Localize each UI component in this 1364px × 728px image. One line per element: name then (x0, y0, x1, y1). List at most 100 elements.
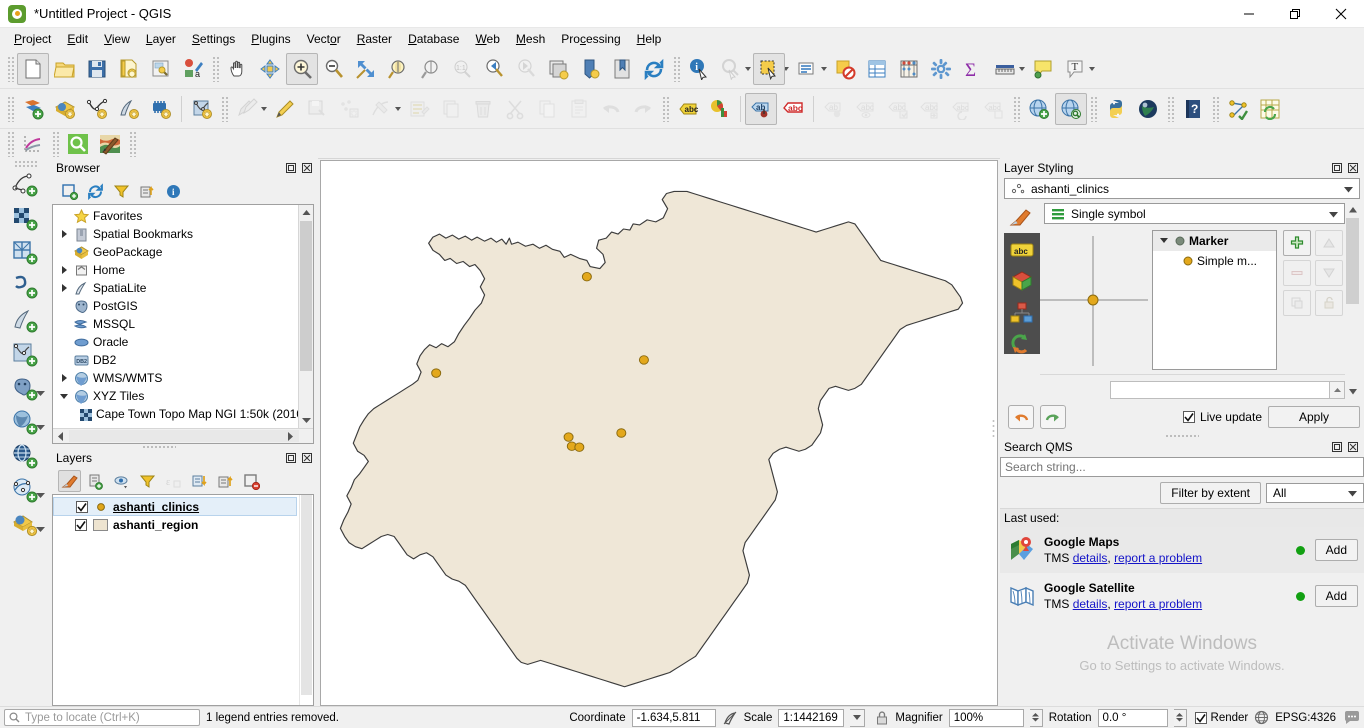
menu-layer[interactable]: Layer (138, 30, 184, 48)
qms-details-link[interactable]: details (1073, 597, 1108, 611)
rail-add-postgis-layer-icon[interactable] (6, 372, 46, 406)
toolbar-grip[interactable] (128, 130, 137, 157)
magnifier-spinner[interactable] (1029, 708, 1043, 727)
toolbar-grip[interactable] (672, 55, 681, 82)
scroll-left-icon[interactable] (53, 429, 68, 443)
browser-item-oracle[interactable]: Oracle (53, 333, 297, 351)
layer-visibility-checkbox[interactable] (75, 519, 87, 531)
copy-features-icon[interactable] (435, 93, 467, 125)
symbol-size-input[interactable] (1110, 381, 1330, 399)
crs-icon[interactable] (1254, 710, 1269, 725)
layer-item-ashanti_region[interactable]: ashanti_region (53, 516, 313, 534)
move-label-icon[interactable]: ab (745, 92, 777, 125)
duplicate-symbol-layer-button[interactable] (1283, 290, 1311, 316)
qms-report-link[interactable]: report a problem (1114, 551, 1202, 565)
style-manager-icon[interactable]: a (177, 53, 209, 85)
scroll-up-icon[interactable] (299, 205, 313, 220)
select-features-icon[interactable] (753, 52, 785, 85)
paste-icon[interactable] (563, 93, 595, 125)
redo-icon[interactable] (627, 93, 659, 125)
crs-label[interactable]: EPSG:4326 (1275, 712, 1336, 724)
chevron-down-icon[interactable] (1348, 486, 1361, 500)
collapse-all-icon[interactable] (214, 470, 237, 492)
plugin-manager-icon[interactable] (1132, 93, 1164, 125)
browser-item-spatialite[interactable]: SpatiaLite (53, 279, 297, 297)
toggle-extents-icon[interactable] (722, 710, 738, 726)
map-point-clinic[interactable] (616, 428, 627, 438)
renderer-combo[interactable]: Single symbol (1044, 203, 1345, 224)
history-tab-icon[interactable] (1009, 332, 1035, 354)
styling-vertical-scrollbar[interactable] (1345, 203, 1360, 399)
pin-labels-icon[interactable]: abc (850, 93, 882, 125)
close-panel-icon[interactable] (1346, 162, 1359, 175)
symbol-tree-root-row[interactable]: Marker (1153, 231, 1276, 251)
toolbar-grip[interactable] (1012, 95, 1021, 122)
chevron-down-icon[interactable] (1344, 182, 1357, 196)
scale-value[interactable]: 1:1442169 (778, 708, 845, 727)
add-group-icon[interactable] (84, 470, 107, 492)
map-point-clinic[interactable] (431, 368, 442, 378)
scroll-down-icon[interactable] (299, 413, 313, 428)
rail-add-arcgis-layer-icon[interactable] (6, 474, 46, 508)
filter-browser-icon[interactable] (110, 180, 133, 202)
qms-result-item[interactable]: Google Satellite TMS details, report a p… (1000, 573, 1364, 619)
map-styling-icon[interactable] (94, 128, 126, 160)
add-delimited-text-layer-icon[interactable] (81, 93, 113, 125)
canvas-splitter-grip[interactable] (991, 419, 996, 441)
move-symbol-layer-up-button[interactable] (1315, 230, 1343, 256)
pan-to-selection-icon[interactable] (254, 53, 286, 85)
browser-item-mssql[interactable]: MSSQL (53, 315, 297, 333)
add-virtual-layer-icon[interactable] (186, 93, 218, 125)
zoom-out-icon[interactable] (318, 53, 350, 85)
toolbar-grip[interactable] (1211, 95, 1220, 122)
map-point-clinic[interactable] (638, 355, 649, 365)
new-3d-map-view-icon[interactable] (574, 53, 606, 85)
toolbar-grip[interactable] (13, 160, 39, 168)
save-project-as-icon[interactable] (113, 53, 145, 85)
filter-legend-expression-icon[interactable]: ε (162, 470, 185, 492)
refresh-icon[interactable] (638, 53, 670, 85)
qms-add-button[interactable]: Add (1314, 539, 1358, 561)
layer-visibility-checkbox[interactable] (76, 500, 88, 513)
toolbar-grip[interactable] (6, 130, 15, 157)
rail-new-spatialite-icon[interactable] (6, 304, 46, 338)
chevron-right-icon[interactable] (57, 284, 71, 292)
zoom-native-icon[interactable]: 1:1 (446, 53, 478, 85)
redo-icon[interactable] (1040, 405, 1066, 429)
add-point-feature-icon[interactable] (333, 93, 365, 125)
expand-all-icon[interactable] (188, 470, 211, 492)
browser-item-cape-town-topo-map-ngi-1-50k-2010-series[interactable]: Cape Town Topo Map NGI 1:50k (2010 Serie… (53, 405, 313, 423)
chevron-down-icon[interactable] (1157, 238, 1171, 244)
menu-vector[interactable]: Vector (299, 30, 349, 48)
new-project-icon[interactable] (17, 52, 49, 85)
qms-details-link[interactable]: details (1073, 551, 1108, 565)
remove-layer-icon[interactable] (240, 470, 263, 492)
modify-attributes-icon[interactable] (403, 93, 435, 125)
filter-by-extent-button[interactable]: Filter by extent (1160, 482, 1261, 504)
menu-view[interactable]: View (96, 30, 138, 48)
manage-map-themes-icon[interactable] (110, 470, 133, 492)
browser-item-home[interactable]: Home (53, 261, 297, 279)
new-print-layout-icon[interactable] (145, 53, 177, 85)
labels-tab-icon[interactable]: abc (1009, 239, 1035, 261)
chevron-down-icon[interactable] (1329, 207, 1342, 221)
lock-symbol-layer-button[interactable] (1315, 290, 1343, 316)
menu-web[interactable]: Web (467, 30, 507, 48)
menu-settings[interactable]: Settings (184, 30, 243, 48)
toolbar-grip[interactable] (211, 55, 220, 82)
qms-result-item[interactable]: Google Maps TMS details, report a proble… (1000, 527, 1364, 573)
qms-search-icon[interactable] (1055, 92, 1087, 125)
layer-selector-combo[interactable]: ashanti_clinics (1004, 178, 1360, 199)
apply-button[interactable]: Apply (1268, 406, 1360, 428)
symbol-size-spinner[interactable] (1330, 381, 1345, 399)
refresh-browser-icon[interactable] (84, 180, 107, 202)
undo-icon[interactable] (1008, 405, 1034, 429)
render-checkbox-box[interactable] (1194, 711, 1207, 724)
rotation-spinner[interactable] (1173, 708, 1187, 727)
rail-new-vector-layer-icon[interactable] (6, 168, 46, 202)
statistical-summary-icon[interactable]: Σ (957, 53, 989, 85)
remove-symbol-layer-button[interactable] (1283, 260, 1311, 286)
qms-add-button[interactable]: Add (1314, 585, 1358, 607)
zoom-full-icon[interactable] (350, 53, 382, 85)
search-qms-input[interactable] (1000, 457, 1364, 477)
